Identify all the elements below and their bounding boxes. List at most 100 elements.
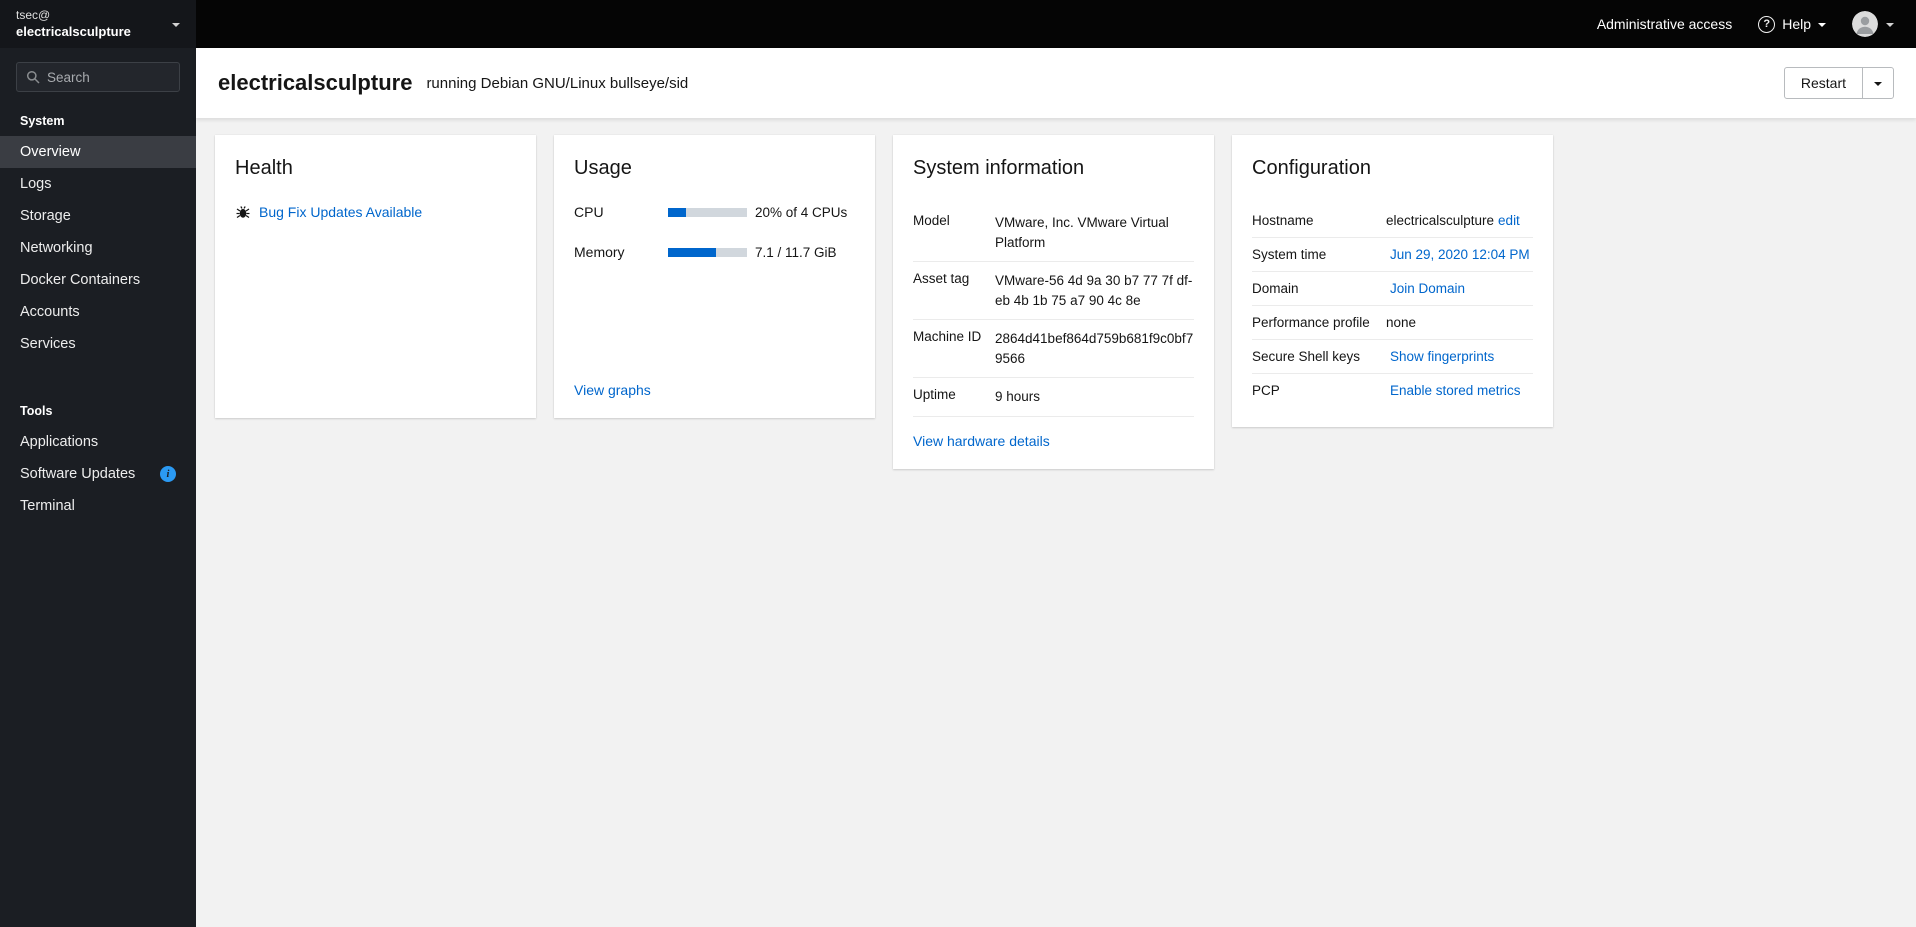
bug-fix-updates-link[interactable]: Bug Fix Updates Available <box>259 204 422 220</box>
info-icon: i <box>160 466 176 482</box>
table-row: System time Jun 29, 2020 12:04 PM <box>1252 238 1533 272</box>
table-row: Domain Join Domain <box>1252 272 1533 306</box>
card-system-information: System information Model VMware, Inc. VM… <box>893 135 1214 469</box>
table-row: PCP Enable stored metrics <box>1252 374 1533 407</box>
sidebar-item-label: Software Updates <box>20 466 136 482</box>
show-fingerprints-link[interactable]: Show fingerprints <box>1390 349 1494 364</box>
sidebar-item-software-updates[interactable]: Software Updates i <box>0 458 196 490</box>
host-switcher-texts: tsec@ electricalsculpture <box>16 7 131 41</box>
restart-split-button: Restart <box>1783 67 1894 99</box>
card-configuration: Configuration Hostname electricalsculptu… <box>1232 135 1553 427</box>
hostname-value: electricalsculpture <box>1386 213 1495 228</box>
os-description: running Debian GNU/Linux bullseye/sid <box>426 74 689 92</box>
host-switcher[interactable]: tsec@ electricalsculpture <box>0 0 196 48</box>
page-header: electricalsculpture running Debian GNU/L… <box>196 48 1916 118</box>
configuration-table: Hostname electricalsculpture edit System … <box>1252 204 1533 407</box>
card-title: Health <box>235 157 293 179</box>
session-menu[interactable] <box>1852 11 1894 37</box>
row-label: Machine ID <box>913 329 982 345</box>
sidebar: System Overview Logs Storage Networking … <box>0 48 196 927</box>
sidebar-item-logs[interactable]: Logs <box>0 168 196 200</box>
sidebar-item-accounts[interactable]: Accounts <box>0 296 196 328</box>
sidebar-item-label: Logs <box>20 176 52 192</box>
system-time-link[interactable]: Jun 29, 2020 12:04 PM <box>1390 247 1530 262</box>
sidebar-item-label: Storage <box>20 208 71 224</box>
table-row: Performance profile none <box>1252 306 1533 340</box>
row-label: Hostname <box>1252 213 1314 228</box>
cpu-label: CPU <box>574 204 604 220</box>
sidebar-item-label: Networking <box>20 240 93 256</box>
bug-icon <box>235 204 251 220</box>
sidebar-item-label: Applications <box>20 434 99 450</box>
administrative-access-button[interactable]: Administrative access <box>1597 16 1732 32</box>
sidebar-item-services[interactable]: Services <box>0 328 196 360</box>
view-hardware-details-link[interactable]: View hardware details <box>913 433 1194 449</box>
sidebar-item-label: Overview <box>20 144 81 160</box>
chevron-down-icon <box>172 23 180 27</box>
row-label: Domain <box>1252 281 1299 296</box>
masthead: Administrative access ? Help <box>196 0 1916 48</box>
enable-stored-metrics-link[interactable]: Enable stored metrics <box>1390 383 1521 398</box>
search-input[interactable] <box>47 69 167 85</box>
sidebar-search <box>16 62 180 92</box>
search-icon <box>26 70 40 84</box>
row-label: Uptime <box>913 387 956 403</box>
performance-profile-value: none <box>1386 315 1417 330</box>
row-value: VMware-56 4d 9a 30 b7 77 7f df-eb 4b 1b … <box>995 273 1193 308</box>
restart-button[interactable]: Restart <box>1785 68 1862 98</box>
sidebar-item-terminal[interactable]: Terminal <box>0 490 196 522</box>
table-row: Uptime 9 hours <box>913 378 1194 417</box>
sidebar-item-networking[interactable]: Networking <box>0 232 196 264</box>
row-value: 2864d41bef864d759b681f9c0bf79566 <box>995 331 1194 366</box>
join-domain-link[interactable]: Join Domain <box>1390 281 1465 296</box>
memory-progress-bar <box>668 247 747 257</box>
sidebar-item-overview[interactable]: Overview <box>0 136 196 168</box>
sidebar-item-storage[interactable]: Storage <box>0 200 196 232</box>
header-actions: Restart <box>1783 67 1894 99</box>
cpu-usage-row: CPU 20% of 4 CPUs <box>574 204 855 220</box>
cpu-value: 20% of 4 CPUs <box>755 204 848 220</box>
page-title-hostname: electricalsculpture <box>218 70 413 95</box>
row-label: Performance profile <box>1252 315 1370 330</box>
help-icon: ? <box>1758 15 1776 33</box>
row-value: electricalsculpture edit <box>1386 213 1533 228</box>
row-value: none <box>1386 315 1533 330</box>
sidebar-item-label: Services <box>20 336 76 352</box>
card-usage: Usage CPU 20% of 4 CPUs Memory 7.1 / 11.… <box>554 135 875 418</box>
row-label: Asset tag <box>913 271 970 287</box>
card-health: Health Bug Fix Updates Available <box>215 135 536 418</box>
memory-label: Memory <box>574 244 625 260</box>
edit-hostname-link[interactable]: edit <box>1498 213 1520 228</box>
chevron-down-icon <box>1818 23 1826 27</box>
table-row: Hostname electricalsculpture edit <box>1252 204 1533 238</box>
row-value: Jun 29, 2020 12:04 PM <box>1386 247 1533 262</box>
sidebar-item-label: Docker Containers <box>20 272 141 288</box>
table-row: Model VMware, Inc. VMware Virtual Platfo… <box>913 204 1194 263</box>
chevron-down-icon <box>1874 82 1882 86</box>
sidebar-item-applications[interactable]: Applications <box>0 426 196 458</box>
sidebar-item-docker-containers[interactable]: Docker Containers <box>0 264 196 296</box>
chevron-down-icon <box>1886 23 1894 27</box>
row-label: Model <box>913 213 950 228</box>
help-label: Help <box>1782 16 1811 32</box>
sidebar-item-label: Accounts <box>20 304 80 320</box>
help-menu[interactable]: ? Help <box>1758 15 1826 33</box>
host-switcher-hostname: electricalsculpture <box>16 24 131 40</box>
card-title: Configuration <box>1252 157 1371 179</box>
row-value: 9 hours <box>995 389 1041 405</box>
card-title: Usage <box>574 157 632 179</box>
view-graphs-link[interactable]: View graphs <box>574 382 855 398</box>
row-value: Join Domain <box>1386 281 1533 296</box>
system-information-table: Model VMware, Inc. VMware Virtual Platfo… <box>913 204 1194 417</box>
table-row: Machine ID 2864d41bef864d759b681f9c0bf79… <box>913 320 1194 379</box>
row-label: System time <box>1252 247 1327 262</box>
host-switcher-user: tsec@ <box>16 8 51 23</box>
avatar <box>1852 11 1878 37</box>
row-value: Show fingerprints <box>1386 349 1533 364</box>
card-title: System information <box>913 157 1085 179</box>
row-value: Enable stored metrics <box>1386 383 1533 398</box>
restart-dropdown-toggle[interactable] <box>1862 68 1893 98</box>
main-content: Health Bug Fix Updates Available Usage C… <box>196 118 1916 927</box>
memory-value: 7.1 / 11.7 GiB <box>755 244 837 260</box>
table-row: Secure Shell keys Show fingerprints <box>1252 340 1533 374</box>
